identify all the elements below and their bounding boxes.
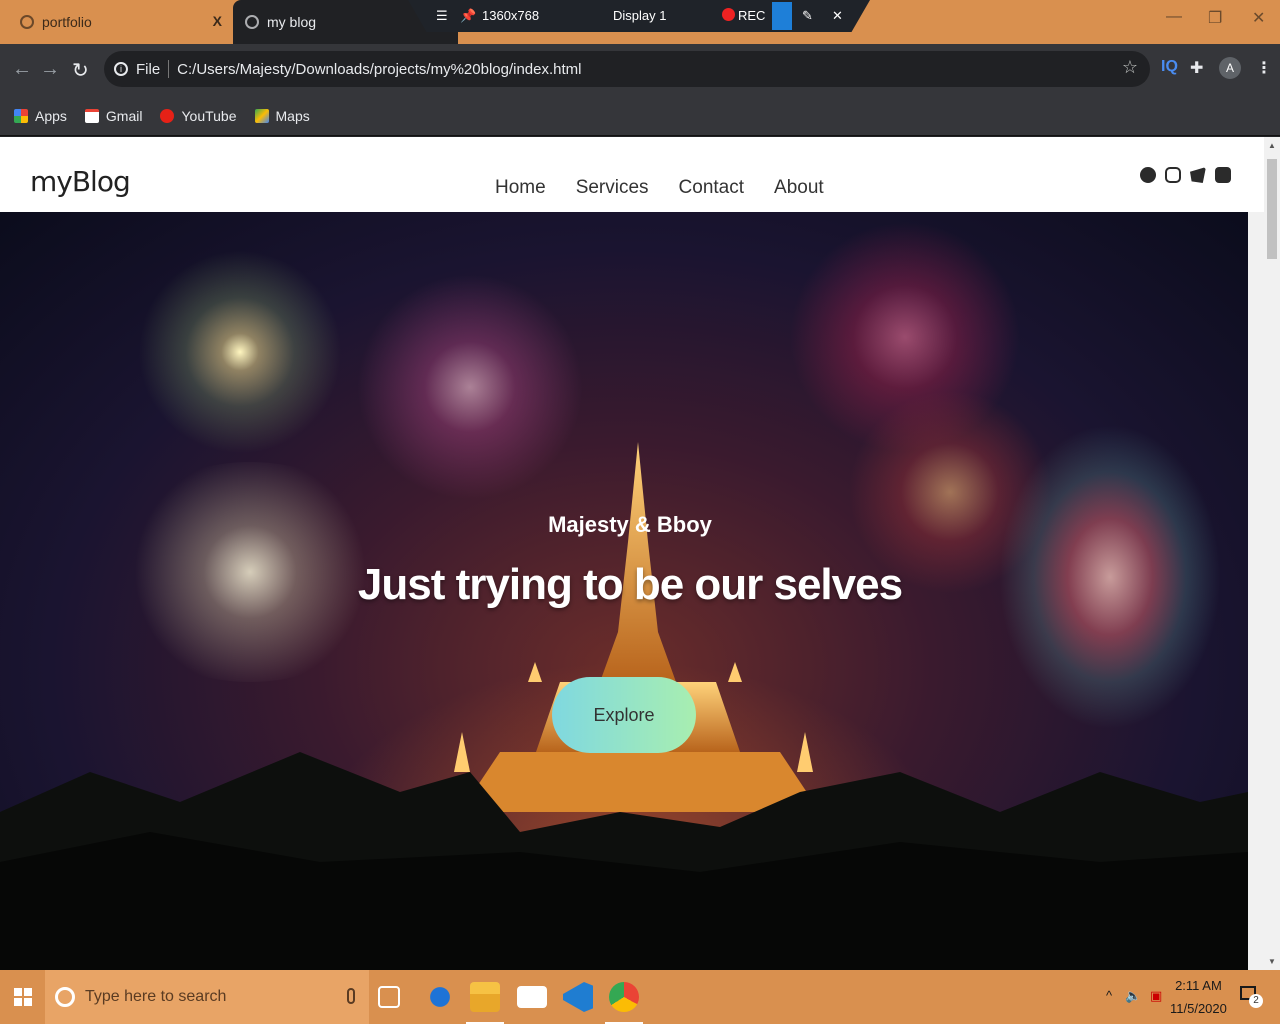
bookmark-label: Gmail [105,107,143,124]
youtube-icon [160,108,175,123]
social-links [1140,167,1231,183]
taskbar-search-box[interactable]: Type here to search [45,970,369,1024]
cortana-icon [55,987,75,1007]
clock-date: 11/5/2020 [1170,1001,1227,1016]
vscode-icon[interactable] [563,982,593,1012]
volume-icon[interactable]: 🔈 [1125,988,1141,1004]
url-scheme: File [136,60,161,78]
chrome-icon[interactable] [605,982,643,1024]
clock-time: 2:11 AM [1175,978,1222,993]
search-placeholder: Type here to search [85,988,227,1005]
edge-icon[interactable] [425,982,455,1012]
bookmark-gmail[interactable]: Gmail [84,107,143,124]
apps-grid-icon [14,108,28,123]
record-dot-icon [722,8,735,24]
camera-icon[interactable] [772,2,792,30]
hero-subtitle: Majesty & Bboy [548,512,712,537]
site-logo[interactable]: myBlog [30,165,131,198]
divider [168,60,170,78]
facebook-icon[interactable] [1140,167,1156,183]
screen-recorder-toolbar: ☰ 📌 1360x768 Display 1 REC ✎ ✕ [408,0,870,32]
page-viewport: myBlog Home Services Contact About Majes… [0,137,1264,970]
nav-home[interactable]: Home [495,177,546,199]
reload-icon[interactable]: ↻ [72,58,89,83]
minimize-icon[interactable]: — [1166,8,1182,26]
puzzle-extension-icon[interactable]: ✚ [1190,58,1203,78]
nav-services[interactable]: Services [576,177,649,199]
address-bar[interactable]: i File C:/Users/Majesty/Downloads/projec… [104,51,1150,87]
pin-icon[interactable]: 📌 [460,8,476,24]
network-icon[interactable]: ▣ [1150,988,1162,1004]
bookmark-youtube[interactable]: YouTube [160,107,237,124]
site-header: myBlog Home Services Contact About [0,137,1264,212]
close-tab-button[interactable]: X [213,13,222,29]
url-text[interactable]: C:/Users/Majesty/Downloads/projects/my%2… [177,61,581,78]
forward-icon[interactable]: → [40,58,60,81]
window-close-icon[interactable]: ✕ [1252,8,1265,28]
scrollbar-thumb[interactable] [1267,159,1277,259]
bookmark-label: YouTube [181,107,237,124]
back-icon[interactable]: ← [12,58,32,81]
bookmark-maps[interactable]: Maps [254,107,310,124]
profile-avatar[interactable]: A [1219,57,1241,79]
windows-start-icon[interactable] [14,988,32,1006]
bookmark-label: Apps [35,107,67,124]
instagram-icon[interactable] [1165,167,1181,183]
globe-icon [245,15,259,29]
kebab-menu-icon[interactable]: ⋮ [1256,58,1272,78]
iq-extension-icon[interactable]: IQ [1161,58,1178,76]
gmail-icon [84,108,99,123]
recorder-display[interactable]: Display 1 [613,8,666,23]
page-scrollbar[interactable]: ▲ ▼ [1264,137,1280,970]
main-nav: Home Services Contact About [495,177,824,199]
bookmark-star-icon[interactable]: ☆ [1122,57,1138,78]
twitter-icon[interactable] [1190,167,1206,183]
tab-title: my blog [267,14,317,30]
bookmarks-bar: Apps Gmail YouTube Maps [0,96,1280,136]
bookmark-label: Maps [275,107,310,124]
task-view-icon[interactable] [378,986,400,1008]
windows-taskbar: Type here to search ^ 🔈 ▣ 2:11 AM 11/5/2… [0,970,1280,1024]
notification-badge: 2 [1249,994,1263,1008]
microphone-icon[interactable] [347,988,355,1004]
globe-icon [20,15,34,29]
tab-strip: portfolio X my blog ☰ 📌 1360x768 Display… [0,0,1280,44]
bookmark-apps[interactable]: Apps [14,108,67,124]
maps-icon [254,108,269,123]
restore-icon[interactable]: ❐ [1208,8,1222,28]
hero-title: Just trying to be our selves [357,560,903,609]
browser-toolbar: ← → ↻ i File C:/Users/Majesty/Downloads/… [0,44,1280,96]
menu-icon[interactable]: ☰ [436,8,448,24]
recorder-close-icon[interactable]: ✕ [832,8,843,24]
scroll-down-icon[interactable]: ▼ [1268,957,1276,966]
action-center-icon[interactable]: 2 [1240,986,1263,1008]
scroll-up-icon[interactable]: ▲ [1268,141,1276,150]
nav-about[interactable]: About [774,177,824,199]
tab-title: portfolio [42,14,92,30]
hero-section: Majesty & Bboy Just trying to be our sel… [0,212,1248,970]
tab-portfolio[interactable]: portfolio X [0,0,232,44]
nav-contact[interactable]: Contact [679,177,744,199]
inner-scrollbar[interactable] [1248,212,1264,970]
record-button[interactable]: REC [738,8,765,23]
pen-icon[interactable]: ✎ [802,8,813,24]
info-icon[interactable]: i [114,62,128,76]
explore-button[interactable]: Explore [552,677,696,753]
system-clock[interactable]: 2:11 AM 11/5/2020 [1170,974,1227,1020]
recorder-resolution: 1360x768 [482,8,540,23]
file-explorer-icon[interactable] [466,982,504,1024]
youtube-icon[interactable] [1215,167,1231,183]
tray-chevron-icon[interactable]: ^ [1106,988,1112,1003]
mail-icon[interactable] [517,986,547,1008]
